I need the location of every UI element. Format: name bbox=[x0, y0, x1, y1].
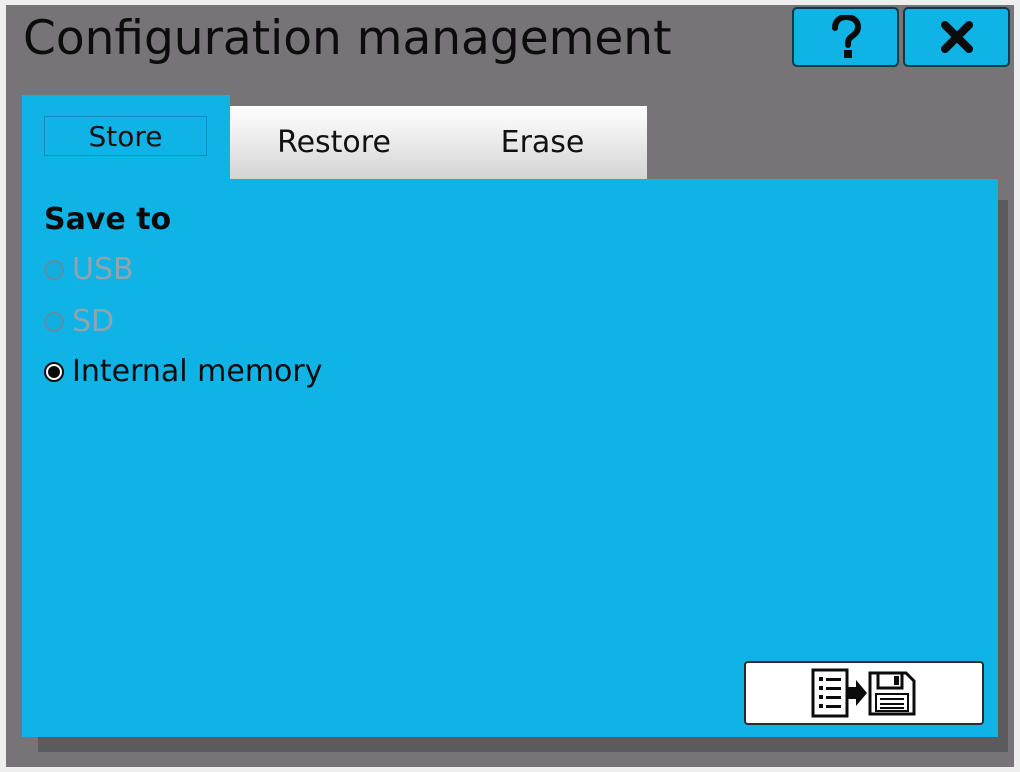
window-title: Configuration management bbox=[23, 11, 672, 66]
radio-sd-label: SD bbox=[72, 304, 115, 339]
radio-usb-label: USB bbox=[72, 252, 134, 287]
close-button[interactable] bbox=[903, 7, 1010, 67]
help-button[interactable] bbox=[792, 7, 899, 67]
radio-internal-memory[interactable]: Internal memory bbox=[44, 352, 323, 392]
question-mark-icon bbox=[831, 15, 861, 58]
save-config-to-disk-icon bbox=[811, 668, 916, 718]
save-to-heading: Save to bbox=[44, 202, 172, 237]
radio-sd-circle[interactable] bbox=[44, 312, 64, 332]
tab-store-label[interactable]: Store bbox=[44, 116, 207, 156]
tab-restore[interactable]: Restore bbox=[230, 106, 438, 179]
radio-sd[interactable]: SD bbox=[44, 302, 114, 342]
radio-internal-memory-circle[interactable] bbox=[44, 362, 64, 382]
radio-selected-dot bbox=[48, 366, 60, 378]
tab-erase[interactable]: Erase bbox=[438, 106, 647, 179]
radio-usb-circle[interactable] bbox=[44, 260, 64, 280]
store-config-button[interactable] bbox=[744, 661, 984, 725]
store-panel bbox=[22, 179, 998, 737]
radio-internal-memory-label: Internal memory bbox=[72, 354, 323, 389]
close-x-icon bbox=[940, 21, 973, 53]
radio-usb[interactable]: USB bbox=[44, 250, 134, 290]
